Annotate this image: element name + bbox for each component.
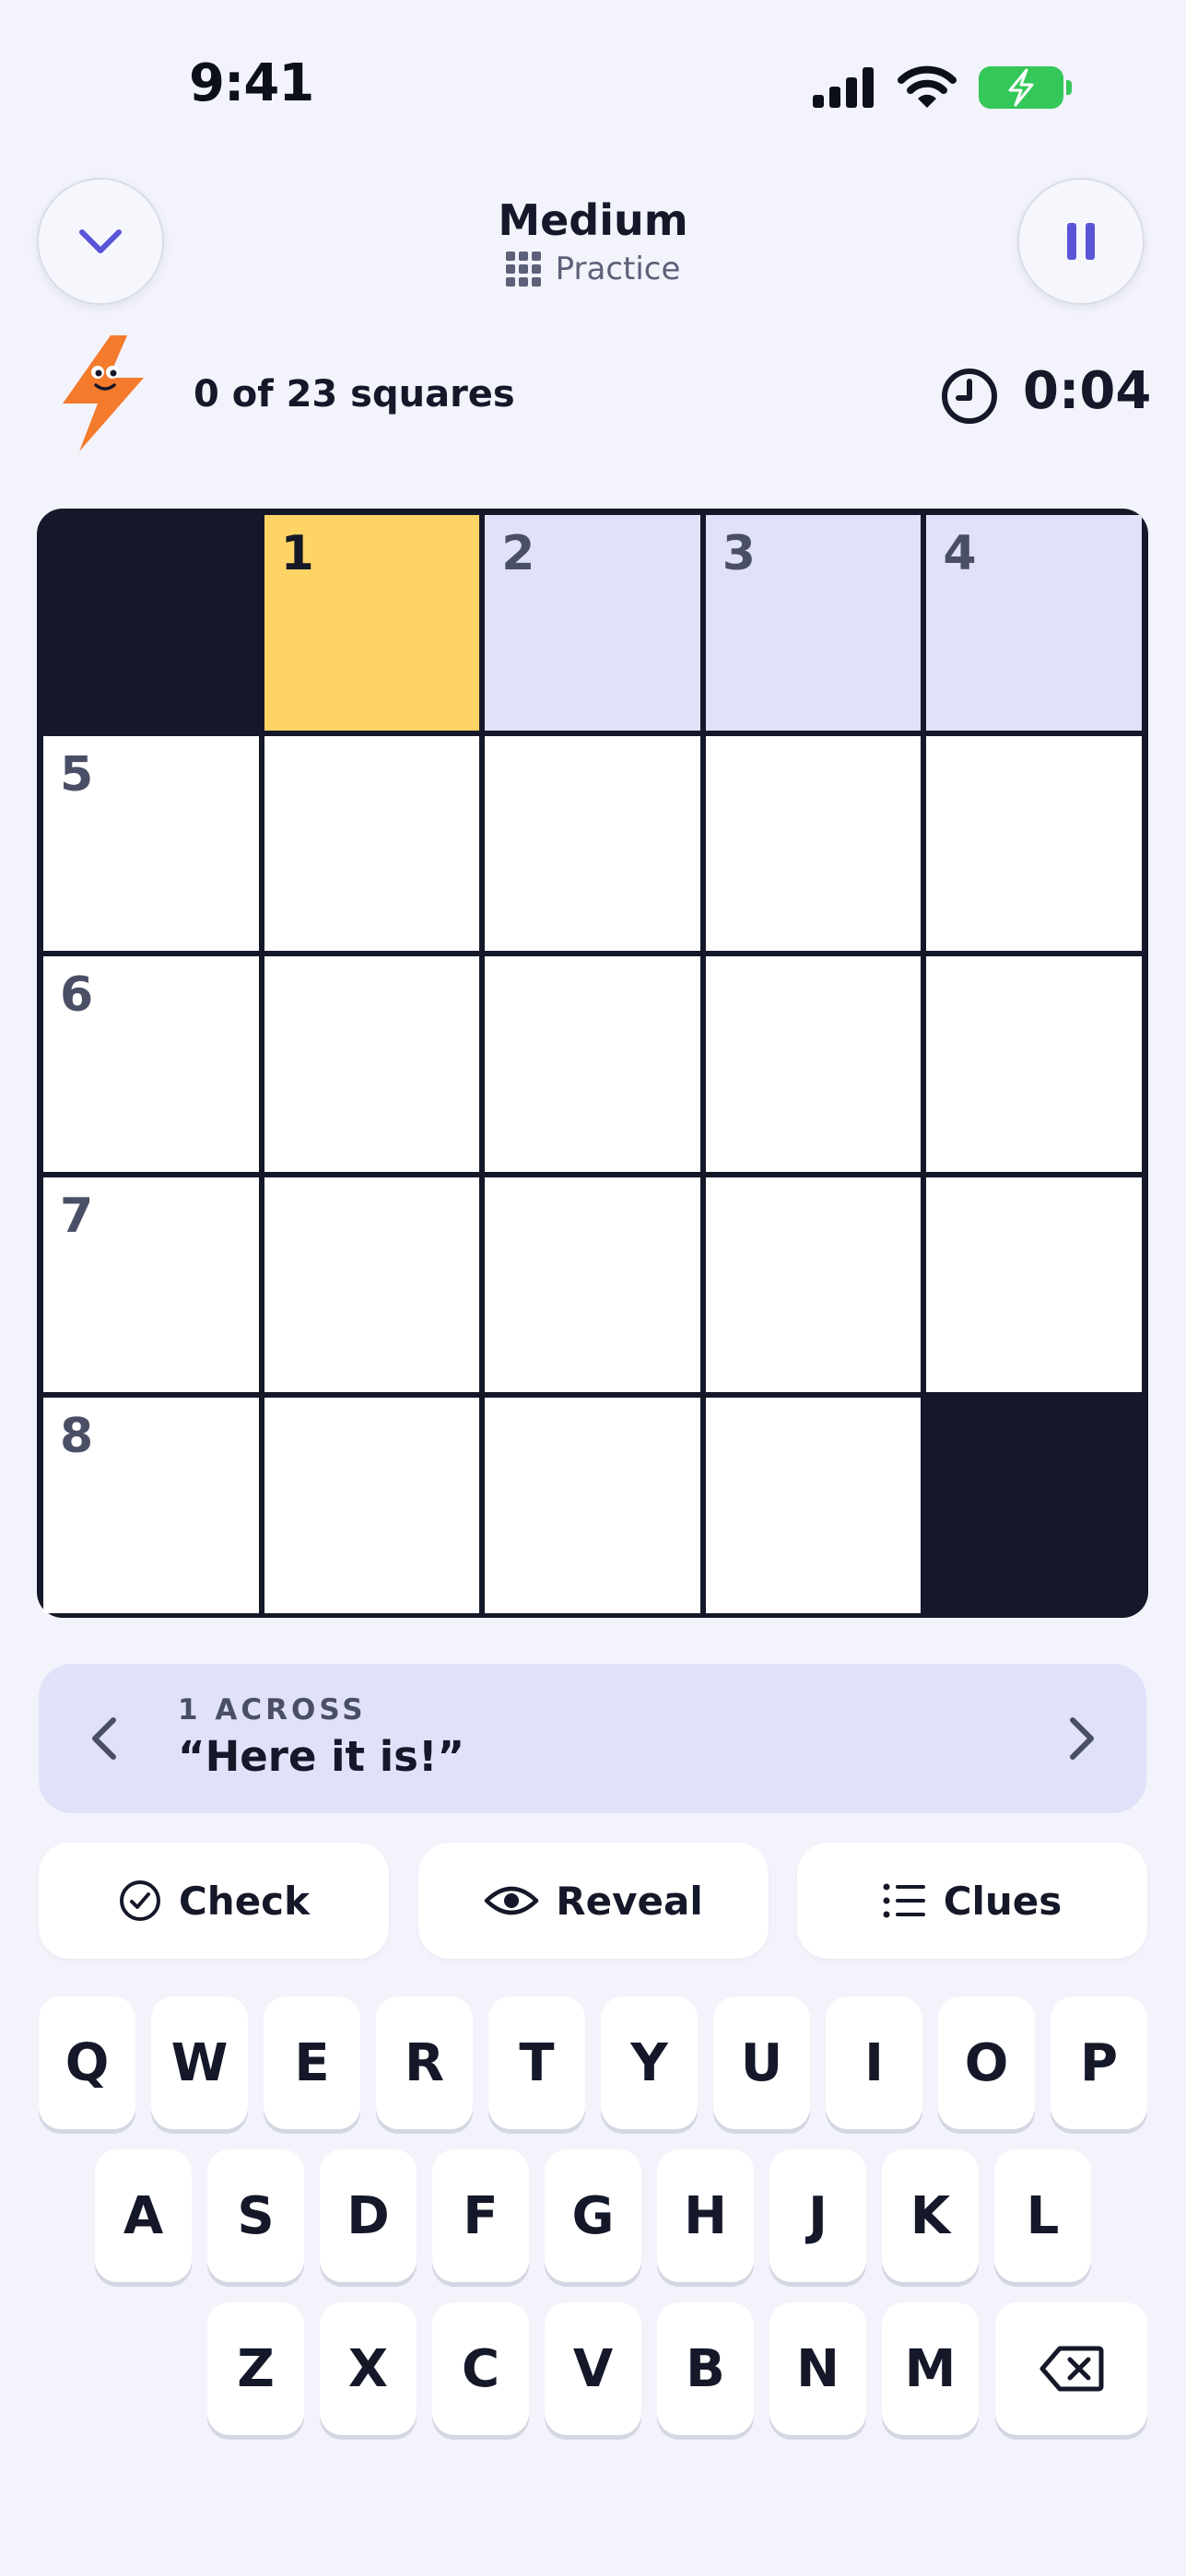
key-t[interactable]: T [488,1996,585,2129]
grid-cell[interactable]: 3 [705,515,922,731]
grid-cell[interactable]: 1 [264,515,480,731]
clues-button[interactable]: Clues [797,1843,1147,1959]
key-r[interactable]: R [376,1996,473,2129]
grid-cell[interactable]: 6 [43,956,259,1172]
key-z[interactable]: Z [207,2302,304,2435]
grid-cell[interactable]: 2 [485,515,700,731]
cell-number: 8 [60,1409,94,1465]
chevron-right-icon [1070,1717,1094,1760]
grid-cell[interactable] [264,956,480,1172]
lightning-bolt-icon [63,335,144,451]
key-f[interactable]: F [432,2149,529,2282]
squares-progress: 0 of 23 squares [194,373,515,416]
pause-button[interactable] [1017,178,1145,305]
cell-number: 2 [501,526,535,581]
pause-icon [1067,223,1095,260]
reveal-label: Reveal [556,1878,703,1924]
battery-charging-icon [979,66,1072,109]
cell-number: 7 [60,1188,94,1244]
status-time: 9:41 [189,53,314,113]
clues-label: Clues [943,1878,1063,1924]
key-h[interactable]: H [657,2149,754,2282]
key-w[interactable]: W [151,1996,248,2129]
key-m[interactable]: M [882,2302,979,2435]
key-a[interactable]: A [95,2149,192,2282]
key-q[interactable]: Q [39,1996,135,2129]
key-x[interactable]: X [320,2302,417,2435]
key-n[interactable]: N [769,2302,866,2435]
cell-number: 3 [722,526,756,581]
key-v[interactable]: V [545,2302,641,2435]
key-d[interactable]: D [320,2149,417,2282]
timer: 0:04 [1023,361,1152,421]
grid-icon [505,252,541,287]
grid-cell[interactable] [926,956,1142,1172]
status-icons [811,63,1072,112]
key-g[interactable]: G [545,2149,641,2282]
check-button[interactable]: Check [39,1843,389,1959]
grid-cell[interactable] [264,735,480,952]
key-b[interactable]: B [657,2302,754,2435]
key-j[interactable]: J [769,2149,866,2282]
key-u[interactable]: U [713,1996,810,2129]
key-y[interactable]: Y [601,1996,698,2129]
key-c[interactable]: C [432,2302,529,2435]
key-k[interactable]: K [882,2149,979,2282]
mode-label: Practice [555,251,681,287]
grid-cell[interactable] [264,1177,480,1393]
key-i[interactable]: I [826,1996,922,2129]
mode-subtitle: Practice [0,251,1186,287]
grid-cell[interactable] [705,1177,922,1393]
cell-number: 6 [60,967,94,1024]
list-icon [883,1883,925,1918]
cell-number: 1 [280,526,314,581]
difficulty-title: Medium [498,195,688,245]
key-e[interactable]: E [264,1996,360,2129]
previous-clue-button[interactable] [76,1711,131,1766]
clock-icon [942,369,997,424]
clue-number: 1 ACROSS [178,1693,367,1727]
grid-cell[interactable]: 7 [43,1177,259,1393]
backspace-key[interactable] [995,2302,1147,2435]
eye-icon [485,1886,539,1915]
crossword-grid: 1 2 3 4 5 6 7 8 [37,509,1148,1618]
cell-number: 4 [943,526,977,581]
grid-cell[interactable] [705,1398,922,1613]
grid-cell[interactable] [705,956,922,1172]
grid-cell[interactable] [705,735,922,952]
grid-cell[interactable] [485,735,700,952]
wifi-icon [898,65,957,108]
key-p[interactable]: P [1051,1996,1147,2129]
key-l[interactable]: L [994,2149,1091,2282]
grid-cell[interactable] [485,1398,700,1613]
grid-cell[interactable]: 8 [43,1398,259,1613]
next-clue-button[interactable] [1055,1711,1110,1766]
clue-text: “Here it is!” [178,1732,465,1781]
backspace-icon [1039,2346,1103,2392]
grid-cell[interactable]: 5 [43,735,259,952]
check-circle-icon [119,1880,160,1921]
check-label: Check [178,1878,311,1924]
grid-cell[interactable] [264,1398,480,1613]
cell-number: 5 [60,746,94,802]
reveal-button[interactable]: Reveal [418,1843,769,1959]
chevron-left-icon [92,1717,116,1760]
grid-cell[interactable] [485,956,700,1172]
key-s[interactable]: S [207,2149,304,2282]
key-o[interactable]: O [938,1996,1035,2129]
cellular-signal-icon [813,67,874,108]
grid-cell[interactable]: 4 [926,515,1142,731]
grid-cell[interactable] [485,1177,700,1393]
grid-cell[interactable] [926,1177,1142,1393]
grid-cell[interactable] [926,735,1142,952]
